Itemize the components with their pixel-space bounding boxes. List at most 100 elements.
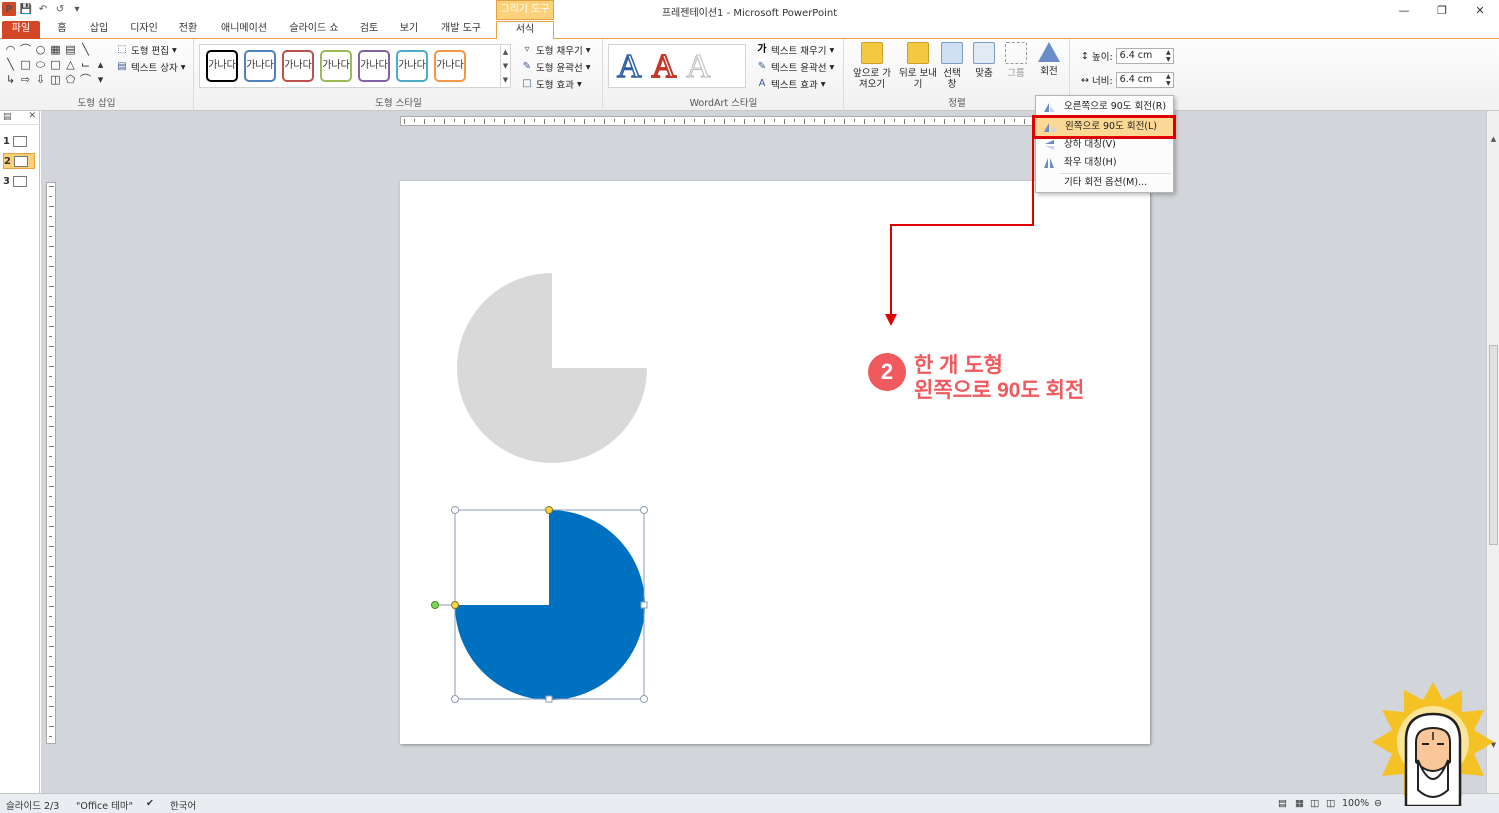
tab-slideshow[interactable]: 슬라이드 쇼 [282,21,346,39]
scroll-thumb[interactable] [1489,345,1498,545]
spell-check-icon[interactable]: ✔ [146,798,154,809]
bring-forward-button[interactable]: 앞으로 가져오기 [849,42,895,90]
slide-thumb-1[interactable]: 1 [3,133,35,149]
menu-flip-horizontal[interactable]: 좌우 대칭(H) [1038,154,1172,172]
minimize-button[interactable]: — [1385,0,1423,20]
tab-developer[interactable]: 개발 도구 [434,21,488,39]
handle-ne[interactable] [640,506,648,514]
wordart-style-1-icon[interactable]: A [616,47,642,86]
tab-design[interactable]: 디자인 [124,21,164,39]
wordart-gallery[interactable]: A A A [608,44,746,88]
slide-sorter-icon[interactable]: ▦ [1295,798,1304,809]
adjust-handle-top[interactable] [545,506,553,514]
shape-style-swatch[interactable]: 가나다 [320,50,352,82]
shape-circle-icon[interactable]: ○ [34,43,47,56]
restore-button[interactable]: ❐ [1423,0,1461,20]
slideshow-view-icon[interactable]: ◫ [1326,798,1335,809]
status-theme[interactable]: "Office 테마" [76,798,133,812]
shape-more-up-icon[interactable]: ▴ [94,58,107,71]
zoom-level[interactable]: 100% [1342,798,1369,809]
shape-curve2-icon[interactable]: ⌒ [79,73,92,86]
tab-format[interactable]: 서식 [496,21,554,40]
shapes-gallery[interactable]: ◠ ⌒ ○ ▦ ▤ ╲ ╲ □ ⬭ □ △ ⌙ ▴ ↳ ⇨ ⇩ ◫ ⬠ ⌒ ▾ [4,43,112,86]
rotate-icon [1038,42,1060,62]
shape-blank-icon[interactable] [94,43,107,56]
adjust-handle-left[interactable] [451,601,459,609]
group-button[interactable]: 그룹 [1003,42,1029,79]
gray-pie-shape[interactable] [457,273,647,463]
wordart-style-2-icon[interactable]: A [651,47,678,86]
shape-square-icon[interactable]: □ [49,58,62,71]
menu-rotate-right-90[interactable]: 오른쪽으로 90도 회전(R) [1038,98,1172,116]
shape-more-down-icon[interactable]: ▾ [94,73,107,86]
height-input[interactable]: 6.4 cm ▲ ▼ [1115,48,1174,64]
tab-view[interactable]: 보기 [394,21,424,39]
panel-tabs-icon[interactable]: ▤ [3,112,12,122]
send-backward-button[interactable]: 뒤로 보내기 [899,42,937,90]
text-box-button[interactable]: ▤ 텍스트 상자 ▾ [116,60,185,74]
text-effects-button[interactable]: A 텍스트 효과 ▾ [756,77,826,91]
tab-file[interactable]: 파일 [2,21,40,39]
shape-arc-icon[interactable]: ◠ [4,43,17,56]
shape-callout-icon[interactable]: ◫ [49,73,62,86]
shape-style-swatch[interactable]: 가나다 [358,50,390,82]
shape-rect-icon[interactable]: □ [19,58,32,71]
shape-style-swatch[interactable]: 가나다 [206,50,238,82]
reading-view-icon[interactable]: ◫ [1310,798,1319,809]
blue-pie-shape[interactable] [455,509,645,700]
handle-se[interactable] [640,695,648,703]
handle-s[interactable] [545,695,553,703]
gallery-scroll[interactable]: ▲ ▼ ▼ [500,45,510,87]
shape-triangle-icon[interactable]: △ [64,58,77,71]
shape-image-icon[interactable]: ▦ [49,43,62,56]
shape-connector-icon[interactable]: ↳ [4,73,17,86]
align-button[interactable]: 맞춤 [971,42,997,79]
rotate-label: 회전 [1040,66,1058,77]
shape-diagonal-icon[interactable]: ╲ [4,58,17,71]
normal-view-icon[interactable]: ▤ [1278,798,1287,809]
slide-thumb-3[interactable]: 3 [3,173,35,189]
rotation-handle[interactable] [431,601,439,609]
shape-line-icon[interactable]: ╲ [79,43,92,56]
tab-animations[interactable]: 애니메이션 [214,21,274,39]
shape-style-swatch[interactable]: 가나다 [434,50,466,82]
shape-curve-icon[interactable]: ⌒ [19,43,32,56]
shape-fill-button[interactable]: ▿ 도형 채우기 ▾ [521,43,590,57]
wordart-style-3-icon[interactable]: A [686,47,712,86]
slide-thumb-2[interactable]: 2 [3,153,35,169]
width-spinner-icon[interactable]: ▲ ▼ [1166,73,1171,87]
edit-shape-button[interactable]: ⬚ 도형 편집 ▾ [116,43,177,57]
shape-arrow-right-icon[interactable]: ⇨ [19,73,32,86]
tab-review[interactable]: 검토 [354,21,384,39]
width-input[interactable]: 6.4 cm ▲ ▼ [1115,72,1174,88]
tab-home[interactable]: 홈 [48,21,76,39]
status-language[interactable]: 한국어 [170,798,196,812]
handle-e[interactable] [640,601,648,609]
scroll-up-icon[interactable]: ▲ [1487,135,1499,143]
panel-close-icon[interactable]: ✕ [28,111,36,121]
tab-insert[interactable]: 삽입 [84,21,114,39]
menu-more-rotation-options[interactable]: 기타 회전 옵션(M)... [1038,174,1172,192]
slide-canvas[interactable]: 2 한 개 도형 왼쪽으로 90도 회전 [400,181,1150,744]
shape-style-swatch[interactable]: 가나다 [396,50,428,82]
shape-arrow-down-icon[interactable]: ⇩ [34,73,47,86]
height-spinner-icon[interactable]: ▲ ▼ [1166,49,1171,63]
close-button[interactable]: ✕ [1461,0,1499,20]
shape-style-swatch[interactable]: 가나다 [244,50,276,82]
shape-pentagon-icon[interactable]: ⬠ [64,73,77,86]
shape-style-gallery[interactable]: 가나다 가나다 가나다 가나다 가나다 가나다 가나다 ▲ ▼ ▼ [199,44,511,88]
shape-textbox-icon[interactable]: ▤ [64,43,77,56]
shape-outline-button[interactable]: ✎ 도형 윤곽선 ▾ [521,60,591,74]
shape-effects-button[interactable]: □ 도형 효과 ▾ [521,77,582,91]
text-fill-button[interactable]: 가 텍스트 채우기 ▾ [756,43,834,57]
rotate-button[interactable]: 회전 [1035,42,1063,77]
tab-transitions[interactable]: 전환 [172,21,204,39]
text-outline-button[interactable]: ✎ 텍스트 윤곽선 ▾ [756,60,834,74]
handle-nw[interactable] [451,506,459,514]
shape-oval-icon[interactable]: ⬭ [34,58,47,71]
selection-pane-button[interactable]: 선택 창 [941,42,963,90]
menu-flip-vertical[interactable]: 상하 대칭(V) [1038,136,1172,154]
shape-style-swatch[interactable]: 가나다 [282,50,314,82]
handle-sw[interactable] [451,695,459,703]
shape-elbow-icon[interactable]: ⌙ [79,58,92,71]
